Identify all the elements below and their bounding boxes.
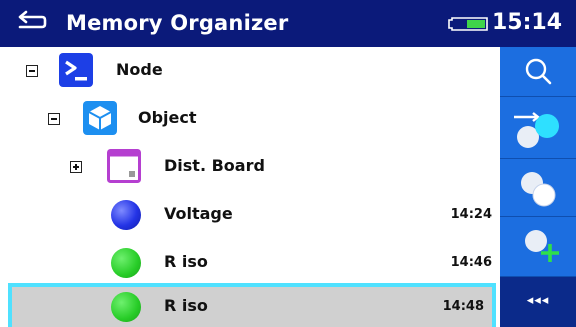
blue-ball-icon — [111, 200, 141, 230]
green-ball-icon — [111, 292, 141, 322]
add-test-icon — [525, 230, 559, 262]
tree-row-node[interactable]: Node — [0, 47, 500, 95]
clock: 15:14 — [492, 10, 563, 35]
tree-row-label: Node — [116, 60, 163, 79]
tree-row-label: R iso — [164, 296, 208, 315]
green-ball-icon — [111, 248, 141, 278]
search-button[interactable] — [500, 47, 576, 97]
clone-test-button[interactable] — [500, 159, 576, 217]
search-icon — [525, 58, 552, 85]
tree-row-label: Voltage — [164, 204, 233, 223]
tree-row-r-iso-selected[interactable]: R iso 14:48 — [8, 283, 496, 327]
title-bar: Memory Organizer 15:14 — [0, 0, 576, 47]
collapse-toggle[interactable] — [26, 65, 38, 77]
triple-arrow-left-icon: ◂◂◂ — [526, 293, 550, 308]
start-test-button[interactable] — [500, 97, 576, 159]
tree-row-time: 14:48 — [442, 299, 484, 314]
cube-object-icon — [83, 101, 117, 135]
tree-row-dist-board[interactable]: Dist. Board — [0, 143, 500, 191]
battery-icon — [448, 17, 488, 31]
start-test-icon — [514, 112, 559, 148]
add-test-button[interactable] — [500, 217, 576, 277]
tree-row-voltage[interactable]: Voltage 14:24 — [0, 191, 500, 239]
tree-row-object[interactable]: Object — [0, 95, 500, 143]
tree-row-label: Object — [138, 108, 197, 127]
back-arrow-icon[interactable] — [16, 7, 50, 33]
action-sidebar: ◂◂◂ — [500, 47, 576, 327]
tree-row-r-iso[interactable]: R iso 14:46 — [0, 239, 500, 287]
tree-row-time: 14:24 — [450, 207, 492, 222]
expand-menu-button[interactable]: ◂◂◂ — [500, 277, 576, 327]
clone-test-icon — [521, 172, 556, 207]
expand-toggle[interactable] — [70, 161, 82, 173]
collapse-toggle[interactable] — [48, 113, 60, 125]
terminal-node-icon — [59, 53, 93, 87]
tree-row-label: Dist. Board — [164, 156, 265, 175]
page-title: Memory Organizer — [66, 11, 289, 35]
tree-row-label: R iso — [164, 252, 208, 271]
memory-tree: Node Object Dist. Board Voltage 14:24 R … — [0, 47, 500, 327]
tree-row-time: 14:46 — [450, 255, 492, 270]
dist-board-icon — [107, 149, 141, 183]
